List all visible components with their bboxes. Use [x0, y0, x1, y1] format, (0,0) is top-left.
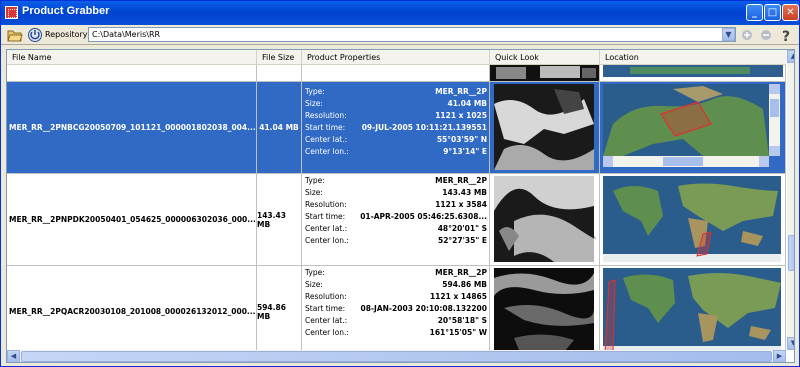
property-label: Size:: [305, 188, 323, 197]
column-header-file-name[interactable]: File Name: [7, 50, 257, 65]
quick-look-image: [490, 82, 600, 173]
property-label: Start time:: [305, 304, 346, 313]
table-row[interactable]: MER_RR__2PNBCG20050709_101121_0000018020…: [7, 82, 786, 174]
table-row-partial[interactable]: [7, 65, 786, 82]
close-button[interactable]: ✕: [782, 4, 799, 21]
quick-look-image: [490, 65, 600, 81]
property-value: 01-APR-2005 05:46:25.6308...: [360, 212, 487, 221]
property-value: 594.86 MB: [442, 280, 487, 289]
location-map[interactable]: [600, 82, 786, 173]
location-map[interactable]: [600, 266, 786, 357]
vertical-scroll-thumb[interactable]: [788, 235, 794, 271]
location-map: [600, 65, 786, 81]
property-label: Type:: [305, 87, 325, 96]
product-grabber-window: Product Grabber _ □ ✕ Repository: C:\Dat…: [0, 0, 800, 367]
product-properties-cell: Type: MER_RR__2P Size: 41.04 MB Resolution…: [302, 82, 490, 173]
file-size-cell: 41.04 MB: [257, 82, 302, 173]
property-label: Start time:: [305, 212, 346, 221]
property-value: MER_RR__2P: [435, 268, 487, 277]
property-label: Resolution:: [305, 292, 347, 301]
property-label: Start time:: [305, 123, 346, 132]
vertical-scrollbar[interactable]: ▲ ▼: [787, 50, 794, 350]
property-value: 08-JAN-2003 20:10:08.132200: [360, 304, 488, 313]
repository-icon[interactable]: [27, 27, 43, 43]
scroll-down-icon[interactable]: ▼: [787, 337, 794, 350]
property-value: 52°27'35" E: [438, 236, 487, 245]
property-value: MER_RR__2P: [435, 87, 487, 96]
property-label: Size:: [305, 280, 323, 289]
file-size-cell: 143.43 MB: [257, 174, 302, 265]
column-header-quick-look[interactable]: Quick Look: [490, 50, 600, 65]
toolbar: Repository: C:\Data\Meris\RR ▼ ?: [1, 25, 799, 45]
window-title: Product Grabber: [22, 5, 110, 17]
property-value: 09-JUL-2005 10:11:21.139551: [361, 123, 487, 132]
file-size-cell: 594.86 MB: [257, 266, 302, 357]
property-value: 20°58'18" S: [437, 316, 487, 325]
property-value: 161°15'05" W: [429, 328, 487, 337]
property-value: 48°20'01" S: [437, 224, 487, 233]
svg-text:?: ?: [782, 29, 790, 43]
property-label: Center lat.:: [305, 316, 348, 325]
property-value: 1121 x 1025: [435, 111, 487, 120]
title-bar[interactable]: Product Grabber _ □ ✕: [1, 1, 799, 25]
remove-icon[interactable]: [758, 27, 774, 43]
property-label: Size:: [305, 99, 323, 108]
property-value: MER_RR__2P: [435, 176, 487, 185]
table-row[interactable]: MER_RR__2PNPDK20050401_054625_0000063020…: [7, 174, 786, 266]
help-icon[interactable]: ?: [778, 27, 794, 43]
property-value: 55°03'59" N: [436, 135, 487, 144]
property-label: Resolution:: [305, 111, 347, 120]
quick-look-image: [490, 266, 600, 357]
column-header-product-properties[interactable]: Product Properties: [302, 50, 490, 65]
scroll-left-icon[interactable]: ◀: [7, 350, 20, 362]
file-name-cell: MER_RR__2PNBCG20050709_101121_0000018020…: [7, 82, 257, 173]
location-map[interactable]: [600, 174, 786, 265]
property-label: Resolution:: [305, 200, 347, 209]
table-row[interactable]: MER_RR__2PQACR20030108_201008_0000261320…: [7, 266, 786, 358]
app-icon: [5, 6, 18, 19]
product-properties-cell: Type: MER_RR__2P Size: 143.43 MB Resolutio…: [302, 174, 490, 265]
property-label: Center lon.:: [305, 328, 349, 337]
property-value: 9°13'14" E: [443, 147, 487, 156]
property-value: 1121 x 3584: [435, 200, 487, 209]
property-value: 1121 x 14865: [429, 292, 487, 301]
horizontal-scrollbar[interactable]: ◀ ▶: [7, 350, 786, 362]
file-name-cell: MER_RR__2PQACR20030108_201008_0000261320…: [7, 266, 257, 357]
property-label: Center lat.:: [305, 135, 348, 144]
property-value: 143.43 MB: [442, 188, 487, 197]
property-value: 41.04 MB: [447, 99, 487, 108]
product-table: File Name File Size Product Properties Q…: [6, 49, 795, 363]
file-name-cell: MER_RR__2PNPDK20050401_054625_0000063020…: [7, 174, 257, 265]
property-label: Type:: [305, 268, 325, 277]
repository-combobox[interactable]: C:\Data\Meris\RR ▼: [88, 27, 736, 42]
horizontal-scroll-thumb[interactable]: [21, 351, 772, 362]
property-label: Center lat.:: [305, 224, 348, 233]
quick-look-image: [490, 174, 600, 265]
property-label: Center lon.:: [305, 236, 349, 245]
table-header: File Name File Size Product Properties Q…: [7, 50, 786, 65]
maximize-button[interactable]: □: [764, 4, 781, 21]
property-label: Type:: [305, 176, 325, 185]
repository-label: Repository:: [45, 30, 90, 39]
add-icon[interactable]: [739, 27, 755, 43]
property-label: Center lon.:: [305, 147, 349, 156]
column-header-location[interactable]: Location: [600, 50, 786, 65]
column-header-file-size[interactable]: File Size: [257, 50, 302, 65]
scroll-up-icon[interactable]: ▲: [787, 50, 794, 63]
chevron-down-icon[interactable]: ▼: [722, 28, 735, 41]
product-properties-cell: Type: MER_RR__2P Size: 594.86 MB Resolutio…: [302, 266, 490, 357]
minimize-button[interactable]: _: [746, 4, 763, 21]
folder-open-icon[interactable]: [7, 27, 23, 43]
repository-value: C:\Data\Meris\RR: [92, 30, 161, 39]
scroll-right-icon[interactable]: ▶: [773, 350, 786, 362]
